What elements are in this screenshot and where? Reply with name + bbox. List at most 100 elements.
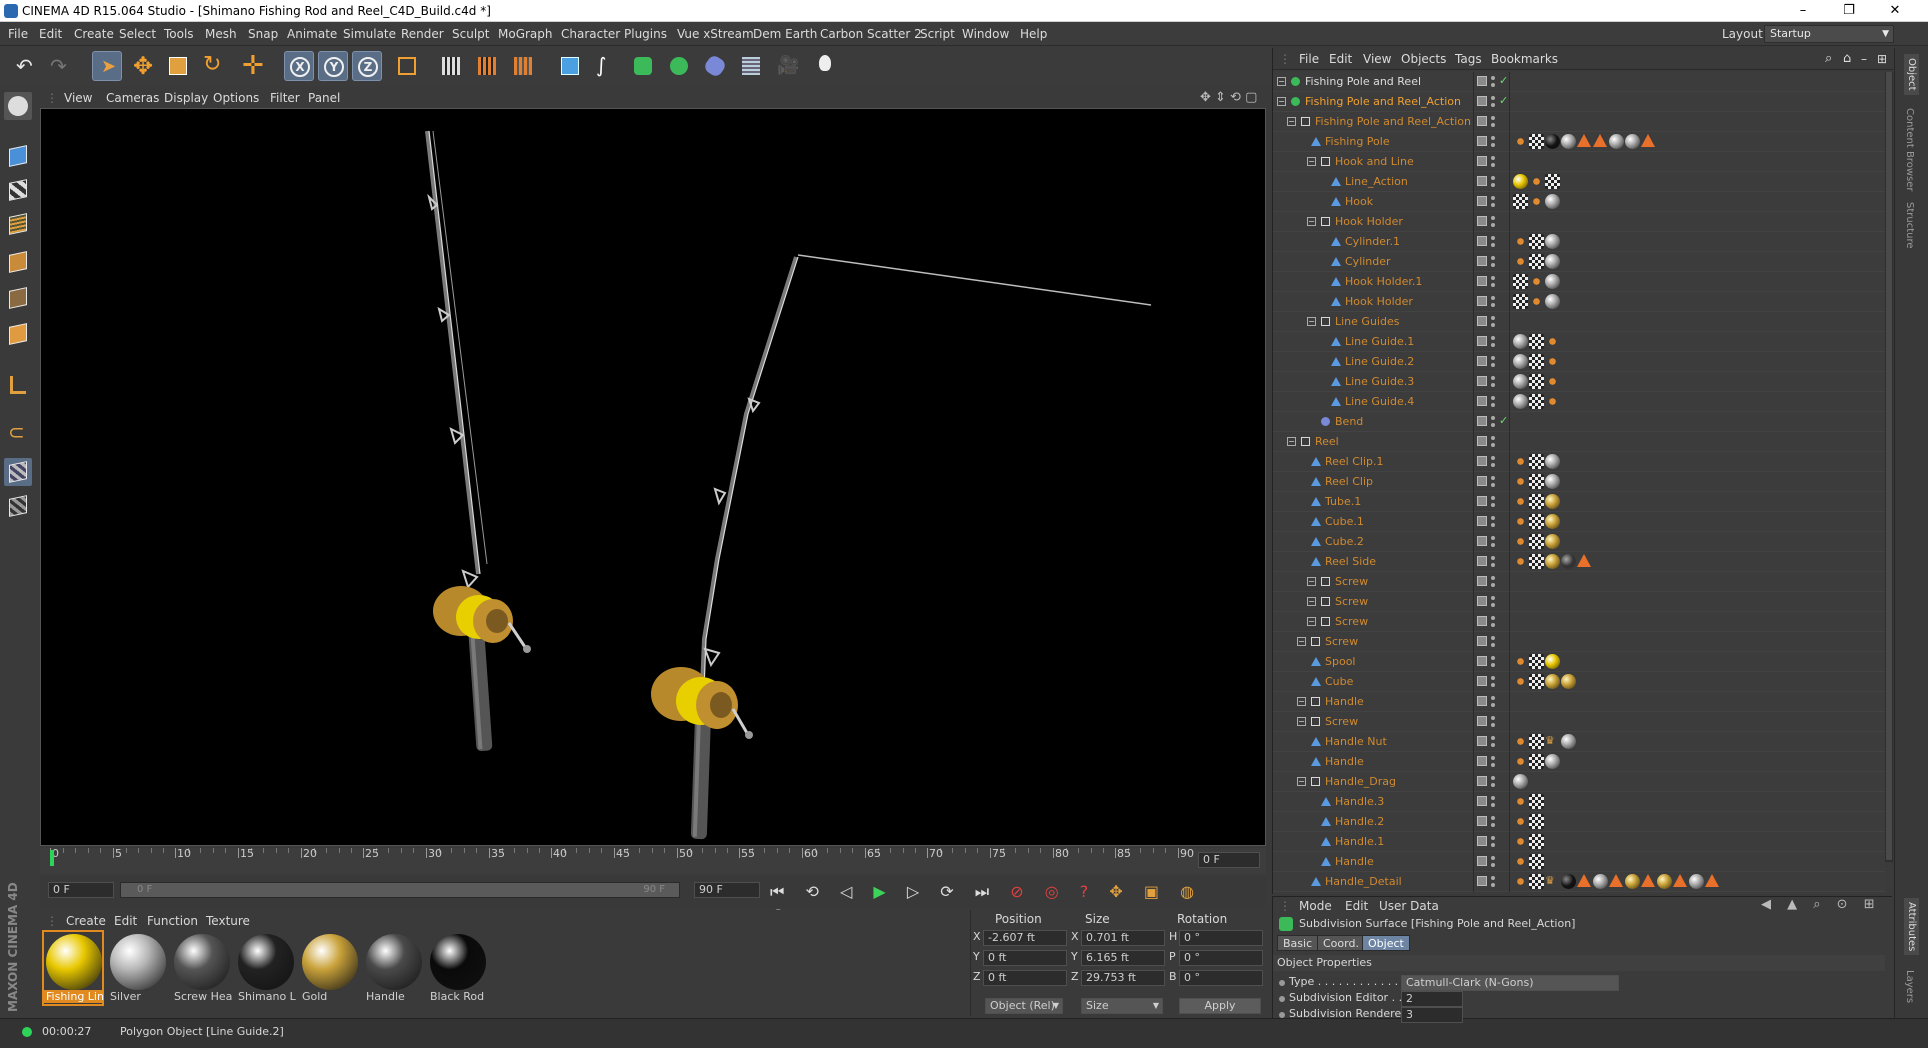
tri-tag-icon[interactable] [1593, 134, 1607, 147]
editor-visibility-dot[interactable] [1491, 236, 1495, 240]
check-tag-icon[interactable] [1529, 334, 1544, 349]
check-tag-icon[interactable] [1529, 854, 1544, 869]
phong-tag-icon[interactable] [1513, 794, 1528, 809]
animate-parameter-dot[interactable] [1279, 1012, 1285, 1018]
position-key-button[interactable]: ✥ [1109, 882, 1130, 901]
check-tag-icon[interactable] [1529, 254, 1544, 269]
layer-visibility-icon[interactable] [1477, 396, 1487, 406]
points-mode-button[interactable] [4, 248, 32, 276]
material-swatch[interactable]: Fishing Lin [42, 930, 104, 1006]
autokey-button[interactable]: ◎ [1045, 882, 1067, 901]
silver-tag-icon[interactable] [1561, 134, 1576, 149]
subdivision-type-dropdown[interactable]: Catmull-Clark (N-Gons) [1401, 975, 1619, 991]
phong-tag-icon[interactable] [1513, 254, 1528, 269]
object-row[interactable]: Line Guide.4 [1273, 392, 1885, 412]
side-tab-content-browser[interactable]: Content Browser [1904, 108, 1915, 191]
layer-visibility-icon[interactable] [1477, 336, 1487, 346]
object-row[interactable]: Spool [1273, 652, 1885, 672]
expand-toggle-icon[interactable]: − [1307, 317, 1316, 326]
crown-tag-icon[interactable]: ♛ [1545, 734, 1560, 749]
undo-button[interactable]: ↶ [10, 51, 40, 81]
check-tag-icon[interactable] [1529, 454, 1544, 469]
menu-character[interactable]: Character [561, 22, 620, 46]
go-to-start-button[interactable]: ⏮ [770, 882, 792, 901]
position-field[interactable]: 0 ft [983, 950, 1067, 966]
material-swatch[interactable]: Screw Head [172, 932, 232, 1004]
attributes-menu-user-data[interactable]: User Data [1379, 899, 1439, 913]
add-light-button[interactable] [810, 51, 840, 81]
menu-tools[interactable]: Tools [164, 22, 194, 46]
object-row[interactable]: − Screw [1273, 712, 1885, 732]
start-frame-field[interactable]: 0 F [48, 882, 114, 898]
object-row[interactable]: Hook [1273, 192, 1885, 212]
check-tag-icon[interactable] [1529, 834, 1544, 849]
objects-menu-view[interactable]: View [1363, 48, 1391, 70]
check-tag-icon[interactable] [1529, 494, 1544, 509]
tab-basic[interactable]: Basic [1277, 935, 1319, 951]
object-row[interactable]: Handle.1 [1273, 832, 1885, 852]
object-row[interactable]: Line Guide.1 [1273, 332, 1885, 352]
editor-visibility-dot[interactable] [1491, 656, 1495, 660]
material-swatch[interactable]: Gold [300, 932, 358, 1004]
check-tag-icon[interactable] [1513, 274, 1528, 289]
menu-carbon-scatter[interactable]: Carbon Scatter 2 [820, 22, 922, 46]
phong-tag-icon[interactable] [1513, 234, 1528, 249]
layer-visibility-icon[interactable] [1477, 276, 1487, 286]
menu-help[interactable]: Help [1020, 22, 1047, 46]
render-settings-button[interactable] [508, 51, 538, 81]
render-visibility-dot[interactable] [1491, 663, 1495, 667]
material-swatch[interactable]: Silver [108, 932, 166, 1004]
attribute-nav-icons[interactable]: ◀ ▲ ⌕ ⊙ ⊞ [1761, 897, 1881, 912]
add-deformer-button[interactable] [700, 51, 730, 81]
layer-visibility-icon[interactable] [1477, 456, 1487, 466]
silver-tag-icon[interactable] [1513, 334, 1528, 349]
add-generator-button[interactable] [628, 51, 658, 81]
move-tool[interactable]: ✥ [128, 51, 158, 81]
size-mode-dropdown[interactable]: Size ▼ [1081, 998, 1163, 1014]
silver-tag-icon[interactable] [1545, 274, 1560, 289]
tri-tag-icon[interactable] [1641, 134, 1655, 147]
object-row[interactable]: − Screw [1273, 612, 1885, 632]
editor-visibility-dot[interactable] [1491, 256, 1495, 260]
layer-visibility-icon[interactable] [1477, 256, 1487, 266]
phong-tag-icon[interactable] [1513, 554, 1528, 569]
render-visibility-dot[interactable] [1491, 643, 1495, 647]
gold-tag-icon[interactable] [1545, 514, 1560, 529]
object-row[interactable]: − Reel [1273, 432, 1885, 452]
objects-menu-file[interactable]: File [1299, 48, 1319, 70]
phong-tag-icon[interactable] [1529, 294, 1544, 309]
object-row[interactable]: Handle_Detail ♛ [1273, 872, 1885, 892]
go-to-end-button[interactable]: ⏭ [975, 882, 997, 901]
black-tag-icon[interactable] [1561, 874, 1576, 889]
close-button[interactable]: ✕ [1872, 0, 1918, 22]
object-row[interactable]: − Handle_Drag [1273, 772, 1885, 792]
phong-tag-icon[interactable] [1513, 854, 1528, 869]
layer-visibility-icon[interactable] [1477, 236, 1487, 246]
attributes-menu-edit[interactable]: Edit [1345, 899, 1368, 913]
material-menu-edit[interactable]: Edit [114, 914, 137, 928]
tri-tag-icon[interactable] [1577, 134, 1591, 147]
texture-mode-button[interactable] [4, 176, 32, 204]
check-tag-icon[interactable] [1529, 874, 1544, 889]
check-tag-icon[interactable] [1529, 814, 1544, 829]
silver-tag-icon[interactable] [1513, 774, 1528, 789]
render-visibility-dot[interactable] [1491, 423, 1495, 427]
menu-mesh[interactable]: Mesh [205, 22, 237, 46]
menu-window[interactable]: Window [962, 22, 1009, 46]
editor-visibility-dot[interactable] [1491, 396, 1495, 400]
object-row[interactable]: Handle [1273, 852, 1885, 872]
layer-visibility-icon[interactable] [1477, 536, 1487, 546]
check-tag-icon[interactable] [1529, 734, 1544, 749]
crown-tag-icon[interactable]: ♛ [1545, 874, 1560, 889]
expand-toggle-icon[interactable]: − [1307, 217, 1316, 226]
phong-tag-icon[interactable] [1529, 194, 1544, 209]
black-tag-icon[interactable] [1545, 134, 1560, 149]
render-visibility-dot[interactable] [1491, 203, 1495, 207]
render-visibility-dot[interactable] [1491, 783, 1495, 787]
phong-tag-icon[interactable] [1513, 514, 1528, 529]
check-tag-icon[interactable] [1513, 294, 1528, 309]
editor-visibility-dot[interactable] [1491, 376, 1495, 380]
silver-tag-icon[interactable] [1545, 254, 1560, 269]
editor-visibility-dot[interactable] [1491, 856, 1495, 860]
editor-visibility-dot[interactable] [1491, 96, 1495, 100]
